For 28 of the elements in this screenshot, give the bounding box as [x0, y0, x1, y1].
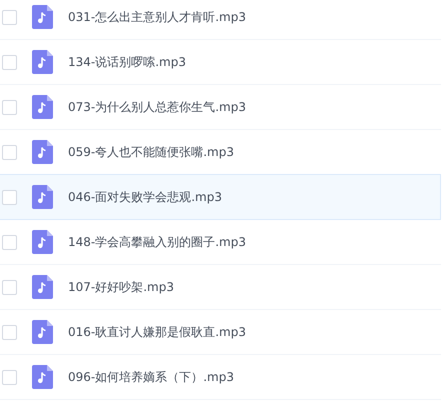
checkbox[interactable]: [2, 54, 17, 70]
checkbox[interactable]: [2, 324, 17, 340]
music-file-icon: [32, 365, 53, 389]
music-file-icon: [32, 95, 53, 119]
file-name[interactable]: 073-为什么别人总惹你生气.mp3: [68, 98, 246, 116]
file-name[interactable]: 059-夸人也不能随便张嘴.mp3: [68, 144, 234, 160]
music-file-icon: [32, 140, 53, 164]
file-name[interactable]: 031-怎么出主意别人才肯听.mp3: [68, 8, 246, 26]
checkbox[interactable]: [2, 234, 17, 250]
music-file-icon: [32, 230, 53, 254]
file-name[interactable]: 107-好好吵架.mp3: [68, 278, 174, 296]
music-file-icon: [32, 275, 53, 299]
file-name[interactable]: 134-说话别啰嗦.mp3: [68, 54, 186, 70]
file-name[interactable]: 016-耿直讨人嫌那是假耿直.mp3: [68, 324, 246, 340]
checkbox[interactable]: [2, 10, 17, 24]
checkbox[interactable]: [2, 100, 17, 114]
file-name[interactable]: 148-学会高攀融入别的圈子.mp3: [68, 234, 246, 250]
checkbox[interactable]: [2, 144, 17, 160]
file-name[interactable]: 046-面对失败学会悲观.mp3: [68, 188, 222, 206]
file-name[interactable]: 096-如何培养嫡系（下）.mp3: [68, 368, 234, 386]
music-file-icon: [32, 185, 53, 209]
checkbox[interactable]: [2, 190, 17, 204]
file-row-highlight[interactable]: 046-面对失败学会悲观.mp3: [0, 174, 441, 220]
music-file-icon: [32, 50, 53, 74]
music-file-icon: [32, 5, 53, 29]
checkbox[interactable]: [2, 280, 17, 294]
checkbox[interactable]: [2, 370, 17, 384]
music-file-icon: [32, 320, 53, 344]
